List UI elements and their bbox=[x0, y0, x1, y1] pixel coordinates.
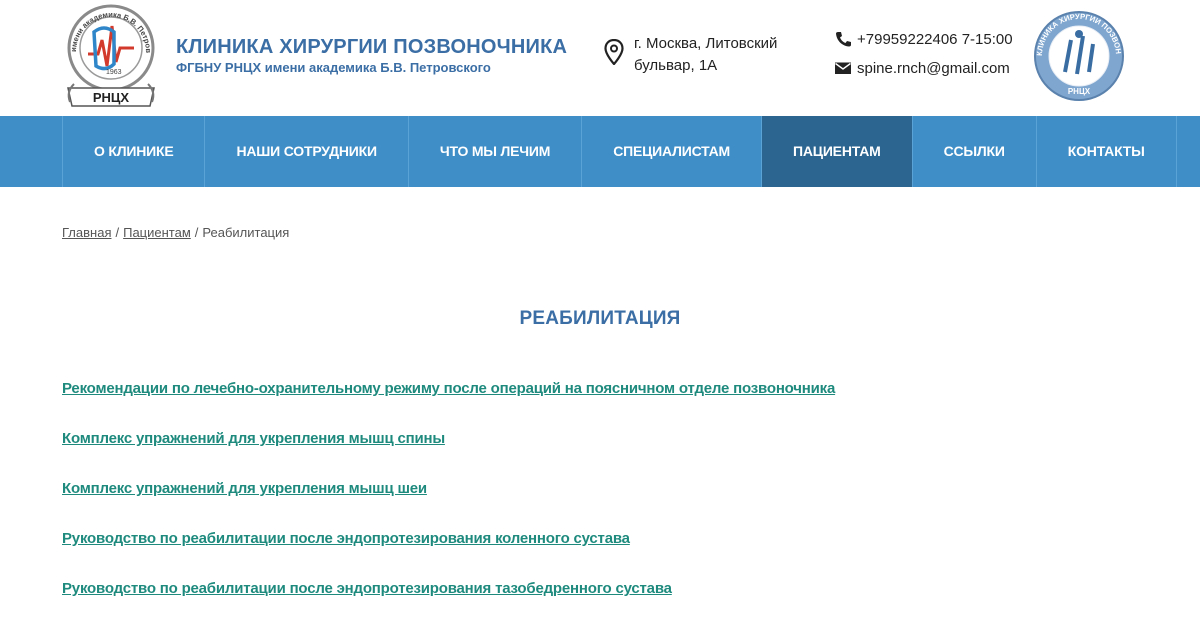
breadcrumb-patients-link[interactable]: Пациентам bbox=[123, 225, 191, 240]
emblem-year: 1963 bbox=[106, 69, 122, 76]
link-hip-rehab-guide[interactable]: Руководство по реабилитации после эндопр… bbox=[62, 577, 835, 627]
email-row[interactable]: spine.rnch@gmail.com bbox=[834, 57, 1013, 79]
contacts-block: +79959222406 7-15:00 spine.rnch@gmail.co… bbox=[834, 28, 1013, 86]
badge-bottom-text: РНЦХ bbox=[1068, 87, 1091, 96]
brand-block[interactable]: КЛИНИКА ХИРУРГИИ ПОЗВОНОЧНИКА ФГБНУ РНЦХ… bbox=[176, 36, 567, 75]
breadcrumb: Главная / Пациентам / Реабилитация bbox=[62, 225, 289, 240]
nav-item-patients[interactable]: ПАЦИЕНТАМ bbox=[762, 116, 913, 187]
breadcrumb-current: Реабилитация bbox=[202, 225, 290, 240]
emblem-ribbon-text: РНЦХ bbox=[93, 90, 130, 105]
phone-number: +79959222406 7-15:00 bbox=[857, 30, 1013, 48]
address-block: г. Москва, Литовский бульвар, 1А bbox=[604, 33, 804, 77]
link-lumbar-surgery-regimen[interactable]: Рекомендации по лечебно-охранительному р… bbox=[62, 377, 835, 427]
phone-row[interactable]: +79959222406 7-15:00 bbox=[834, 28, 1013, 50]
brand-subtitle: ФГБНУ РНЦХ имени академика Б.В. Петровск… bbox=[176, 60, 491, 75]
map-pin-icon bbox=[604, 39, 624, 65]
breadcrumb-home-link[interactable]: Главная bbox=[62, 225, 111, 240]
phone-icon bbox=[836, 32, 851, 47]
brand-title: КЛИНИКА ХИРУРГИИ ПОЗВОНОЧНИКА bbox=[176, 36, 568, 58]
spine-surgery-badge-logo[interactable]: КЛИНИКА ХИРУРГИИ ПОЗВОНОЧНИКА РНЦХ bbox=[1033, 10, 1125, 102]
main-navigation: О КЛИНИКЕ НАШИ СОТРУДНИКИ ЧТО МЫ ЛЕЧИМ С… bbox=[0, 116, 1200, 187]
nav-item-treatments[interactable]: ЧТО МЫ ЛЕЧИМ bbox=[409, 116, 583, 187]
address-text: г. Москва, Литовский бульвар, 1А bbox=[634, 35, 778, 74]
nav-item-contacts[interactable]: КОНТАКТЫ bbox=[1037, 116, 1177, 187]
link-knee-rehab-guide[interactable]: Руководство по реабилитации после эндопр… bbox=[62, 527, 835, 577]
nav-item-specialists[interactable]: СПЕЦИАЛИСТАМ bbox=[582, 116, 763, 187]
link-back-exercises[interactable]: Комплекс упражнений для укрепления мышц … bbox=[62, 427, 835, 477]
rehabilitation-links-list: Рекомендации по лечебно-охранительному р… bbox=[62, 377, 835, 627]
link-neck-exercises[interactable]: Комплекс упражнений для укрепления мышц … bbox=[62, 477, 835, 527]
breadcrumb-separator: / bbox=[115, 225, 120, 240]
nav-item-staff[interactable]: НАШИ СОТРУДНИКИ bbox=[205, 116, 409, 187]
nav-item-about[interactable]: О КЛИНИКЕ bbox=[63, 116, 206, 187]
clinic-emblem-logo[interactable]: имени академика Б.В. Петровского 1963 РН… bbox=[62, 2, 160, 112]
breadcrumb-separator: / bbox=[194, 225, 199, 240]
email-address: spine.rnch@gmail.com bbox=[857, 59, 1010, 77]
page-title: РЕАБИЛИТАЦИЯ bbox=[519, 308, 681, 329]
site-header: имени академика Б.В. Петровского 1963 РН… bbox=[0, 0, 1200, 116]
nav-item-links[interactable]: ССЫЛКИ bbox=[913, 116, 1037, 187]
envelope-icon bbox=[835, 62, 851, 74]
